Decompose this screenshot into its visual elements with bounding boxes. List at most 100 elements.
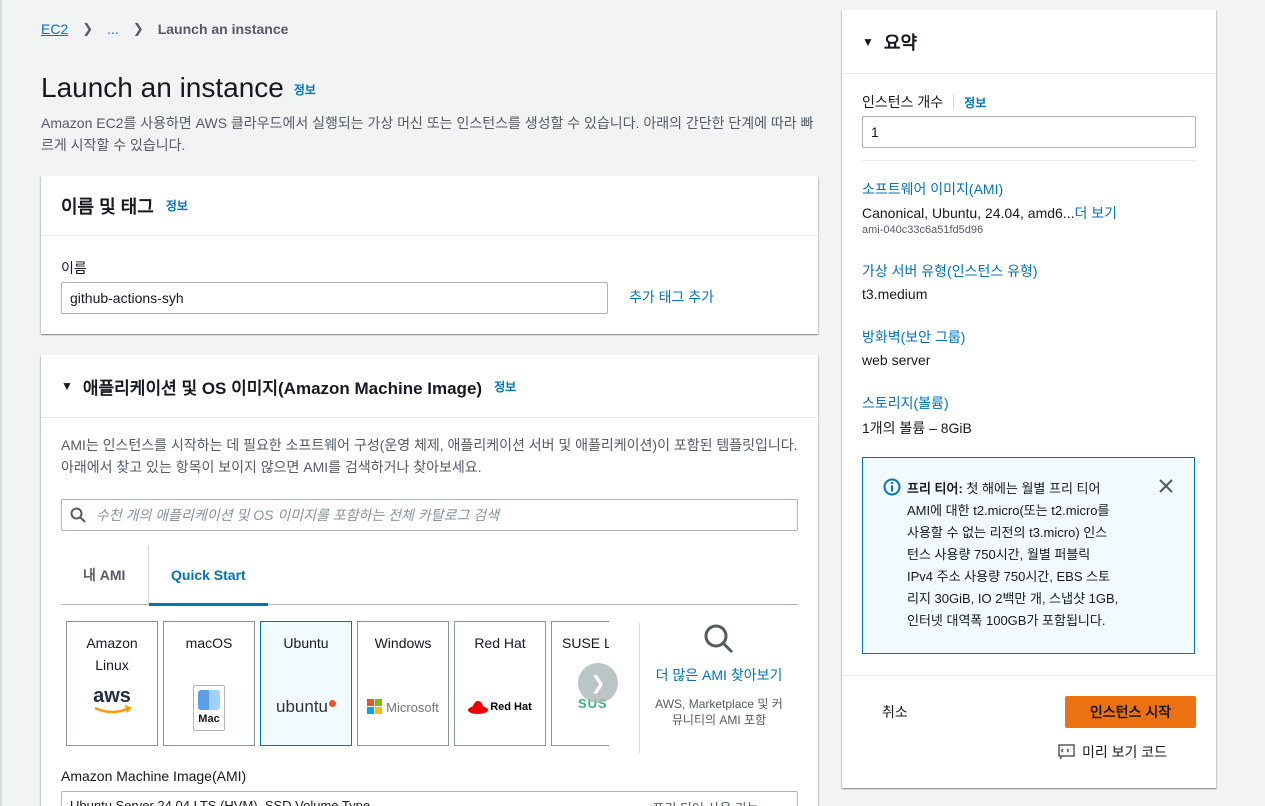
name-label: 이름 xyxy=(61,260,87,276)
summary-ami-link[interactable]: 소프트웨어 이미지(AMI) xyxy=(862,179,1003,199)
ami-tabs: 내 AMI Quick Start xyxy=(61,545,798,606)
browse-more-ami[interactable]: 더 많은 AMI 찾아보기 AWS, Marketplace 및 커뮤니티의 A… xyxy=(652,623,786,728)
cancel-button[interactable]: 취소 xyxy=(882,702,908,722)
os-card-label: Amazon Linux xyxy=(86,635,138,673)
code-preview-icon xyxy=(1058,744,1075,760)
redhat-logo-text: Red Hat xyxy=(490,701,532,713)
os-card-label: SUSE Li xyxy=(562,635,609,651)
free-tier-text: 프리 티어: 첫 해에는 월별 프리 티어 AMI에 대한 t2.micro(또… xyxy=(907,478,1147,632)
chevron-right-icon: ❯ xyxy=(132,21,144,36)
free-tier-line: IPv4 주소 사용량 750시간, EBS 스토 xyxy=(907,569,1111,584)
summary-firewall-value: web server xyxy=(862,352,931,368)
add-tags-link[interactable]: 추가 태그 추가 xyxy=(629,287,714,307)
caret-down-icon: ▼ xyxy=(862,34,874,49)
summary-instance-type-value: t3.medium xyxy=(862,286,928,302)
divider xyxy=(842,675,1216,676)
info-icon xyxy=(883,478,901,496)
page-title: Launch an instance 정보 xyxy=(41,72,316,104)
ami-search-input[interactable]: 수천 개의 애플리케이션 및 OS 이미지를 포함하는 전체 카탈로그 검색 xyxy=(61,499,798,531)
free-tier-line: 인터넷 대역폭 100GB가 포함됩니다. xyxy=(907,613,1106,628)
free-tier-line: 사용할 수 없는 리전의 t3.micro) 인스 xyxy=(907,525,1108,540)
summary-ami-id: ami-040c33c6a51fd5d96 xyxy=(862,224,984,236)
preview-code-button[interactable]: 미리 보기 코드 xyxy=(1058,742,1167,762)
search-icon xyxy=(70,507,86,523)
breadcrumb-ellipsis[interactable]: ... xyxy=(107,21,119,37)
ami-select-value: Ubuntu Server 24.04 LTS (HVM), SSD Volum… xyxy=(70,798,371,806)
ami-select[interactable]: Ubuntu Server 24.04 LTS (HVM), SSD Volum… xyxy=(61,791,798,806)
os-card-macos[interactable]: macOS Mac xyxy=(163,621,255,746)
ami-title: 애플리케이션 및 OS 이미지(Amazon Machine Image) xyxy=(82,378,483,398)
browse-more-sub: AWS, Marketplace 및 커뮤니티의 AMI 포함 xyxy=(655,697,783,727)
instance-count-label: 인스턴스 개수 정보 xyxy=(862,92,986,112)
carousel-next-button[interactable]: ❯ xyxy=(578,663,618,703)
microsoft-logo-icon: Microsoft xyxy=(358,699,448,715)
instance-count-info-link[interactable]: 정보 xyxy=(964,94,986,111)
summary-ami-more-link[interactable]: 더 보기 xyxy=(1074,205,1117,221)
name-input[interactable]: github-actions-syh xyxy=(61,282,608,314)
ubuntu-logo-icon: ubuntu xyxy=(261,697,351,717)
free-tier-line: 턴스 사용량 750시간, 월별 퍼블릭 xyxy=(907,547,1091,562)
free-tier-line: 첫 해에는 월별 프리 티어 xyxy=(966,481,1101,496)
summary-header[interactable]: ▼ 요약 xyxy=(842,10,1216,74)
os-card-windows[interactable]: Windows Microsoft xyxy=(357,621,449,746)
redhat-logo-icon: Red Hat xyxy=(455,699,545,715)
aws-logo-text: aws xyxy=(93,685,131,707)
page-description: Amazon EC2를 사용하면 AWS 클라우드에서 실행되는 가상 머신 또… xyxy=(41,115,814,153)
summary-panel: ▼ 요약 인스턴스 개수 정보 1 소프트웨어 이미지(AMI) Canonic… xyxy=(842,10,1216,788)
ubuntu-logo-text: ubuntu xyxy=(276,697,328,716)
free-tier-line: AMI에 대한 t2.micro(또는 t2.micro를 xyxy=(907,503,1110,518)
ami-info-link[interactable]: 정보 xyxy=(494,378,516,395)
name-tags-header: 이름 및 태그 정보 xyxy=(41,176,818,236)
name-input-value: github-actions-syh xyxy=(70,290,184,306)
aws-logo-icon: aws xyxy=(67,684,157,718)
caret-down-icon: ▼ xyxy=(61,379,73,393)
mac-logo-text: Mac xyxy=(198,713,220,725)
free-tier-title: 프리 티어: xyxy=(907,481,963,496)
os-card-redhat[interactable]: Red Hat Red Hat xyxy=(454,621,546,746)
preview-code-label: 미리 보기 코드 xyxy=(1082,744,1168,760)
ami-panel: ▼ 애플리케이션 및 OS 이미지(Amazon Machine Image) … xyxy=(41,355,818,806)
tab-quick-start[interactable]: Quick Start xyxy=(148,545,268,606)
os-card-amazon-linux[interactable]: Amazon Linux aws xyxy=(66,621,158,746)
name-tags-title: 이름 및 태그 xyxy=(61,196,154,217)
search-icon xyxy=(704,624,734,654)
name-tags-info-link[interactable]: 정보 xyxy=(166,197,188,214)
tab-my-ami[interactable]: 내 AMI xyxy=(61,545,147,605)
divider xyxy=(862,160,1196,161)
free-tier-badge: 프리 티어 사용 가능 xyxy=(652,798,759,806)
mac-logo-icon: Mac xyxy=(164,685,254,731)
os-card-label: Ubuntu xyxy=(283,635,329,651)
free-tier-alert: 프리 티어: 첫 해에는 월별 프리 티어 AMI에 대한 t2.micro(또… xyxy=(862,457,1195,654)
name-tags-panel: 이름 및 태그 정보 이름 github-actions-syh 추가 태그 추… xyxy=(41,176,818,334)
breadcrumb: EC2 ❯ ... ❯ Launch an instance xyxy=(41,21,288,37)
os-card-ubuntu[interactable]: Ubuntu ubuntu xyxy=(260,621,352,746)
os-card-label: Windows xyxy=(374,635,432,651)
instance-count-input[interactable]: 1 xyxy=(862,116,1196,148)
summary-title: 요약 xyxy=(883,32,918,53)
summary-instance-type-link[interactable]: 가상 서버 유형(인스턴스 유형) xyxy=(862,261,1038,281)
microsoft-logo-text: Microsoft xyxy=(386,699,439,715)
ami-header[interactable]: ▼ 애플리케이션 및 OS 이미지(Amazon Machine Image) … xyxy=(41,355,818,418)
chevron-right-icon: ❯ xyxy=(590,672,606,693)
instance-count-label-text: 인스턴스 개수 xyxy=(862,94,944,110)
summary-storage-value: 1개의 볼륨 – 8GiB xyxy=(862,420,972,436)
close-icon[interactable] xyxy=(1159,479,1173,493)
breadcrumb-ec2[interactable]: EC2 xyxy=(41,21,68,37)
free-tier-line: 리지 30GiB, IO 2백만 개, 스냅샷 1GB, xyxy=(907,591,1119,606)
launch-instance-button[interactable]: 인스턴스 시작 xyxy=(1065,696,1196,728)
summary-firewall-link[interactable]: 방화벽(보안 그룹) xyxy=(862,327,965,347)
browse-more-link[interactable]: 더 많은 AMI 찾아보기 xyxy=(652,664,786,686)
page-info-link[interactable]: 정보 xyxy=(294,83,316,97)
left-rail xyxy=(0,0,2,806)
page-title-text: Launch an instance xyxy=(41,72,284,103)
summary-ami-value-text: Canonical, Ubuntu, 24.04, amd6... xyxy=(862,205,1075,221)
browse-more-divider xyxy=(639,623,640,753)
os-card-label: Red Hat xyxy=(474,635,526,651)
breadcrumb-current: Launch an instance xyxy=(157,21,289,37)
ami-search-placeholder: 수천 개의 애플리케이션 및 OS 이미지를 포함하는 전체 카탈로그 검색 xyxy=(96,507,499,523)
summary-ami-value: Canonical, Ubuntu, 24.04, amd6...더 보기 xyxy=(862,203,1117,223)
os-card-label: macOS xyxy=(185,635,233,651)
chevron-right-icon: ❯ xyxy=(82,21,94,36)
summary-storage-link[interactable]: 스토리지(볼륨) xyxy=(862,393,949,413)
ami-select-label: Amazon Machine Image(AMI) xyxy=(61,768,247,784)
